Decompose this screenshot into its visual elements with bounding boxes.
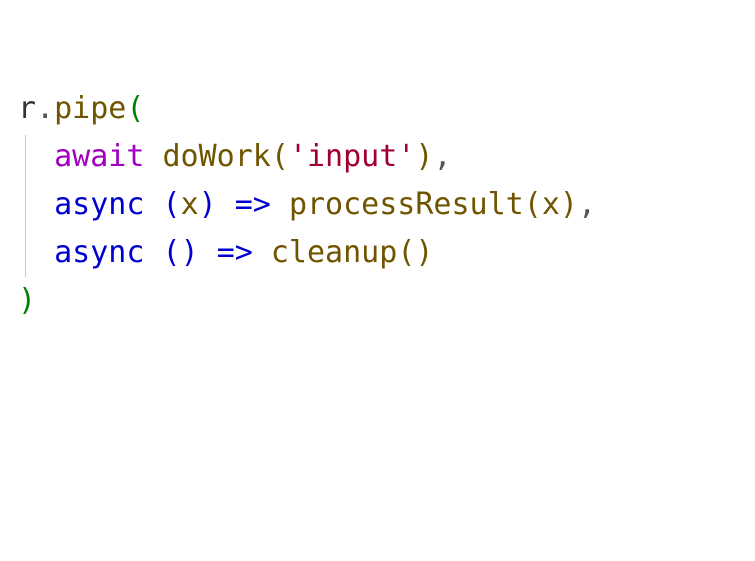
string-input: 'input' [289, 139, 415, 174]
arrow: => [217, 235, 253, 270]
paren-open-inner: ( [397, 235, 415, 270]
fn-dowork: doWork [163, 139, 271, 174]
paren-close-inner: ) [415, 235, 433, 270]
paren-close-inner: ) [415, 139, 433, 174]
param-x: x [181, 187, 199, 222]
paren-open-inner: ( [271, 139, 289, 174]
paren-close-inner: ) [560, 187, 578, 222]
keyword-async: async [54, 235, 144, 270]
identifier-r: r [18, 91, 36, 126]
paren-open: ( [126, 91, 144, 126]
keyword-async: async [54, 187, 144, 222]
lambda-paren-close: ) [199, 187, 217, 222]
indent [18, 187, 54, 222]
lambda-paren-open: ( [163, 187, 181, 222]
indent-guide [25, 135, 26, 277]
code-block: r.pipe( await doWork('input'), async (x)… [0, 0, 755, 325]
lambda-paren-open: ( [163, 235, 181, 270]
paren-open-inner: ( [524, 187, 542, 222]
keyword-await: await [54, 139, 144, 174]
arrow: => [235, 187, 271, 222]
paren-close: ) [18, 283, 36, 318]
indent [18, 139, 54, 174]
fn-cleanup: cleanup [271, 235, 397, 270]
fn-processresult: processResult [289, 187, 524, 222]
indent [18, 235, 54, 270]
dot-operator: . [36, 91, 54, 126]
lambda-paren-close: ) [181, 235, 199, 270]
method-pipe: pipe [54, 91, 126, 126]
comma: , [578, 187, 596, 222]
comma: , [433, 139, 451, 174]
arg-x: x [542, 187, 560, 222]
